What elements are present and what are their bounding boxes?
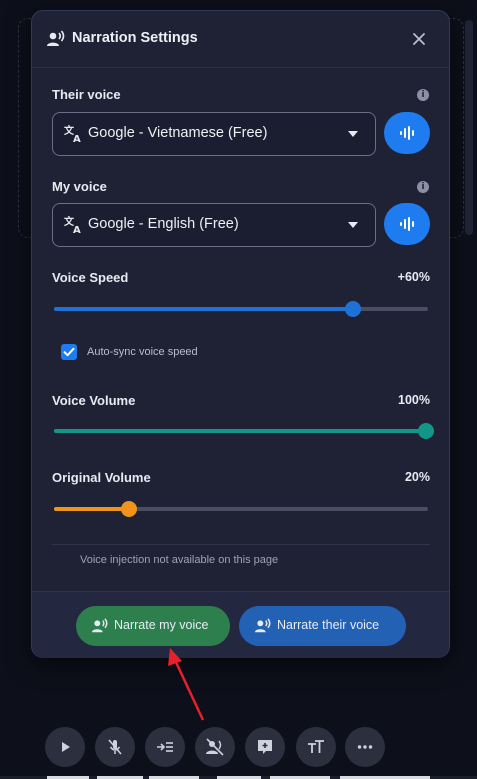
slider-thumb[interactable] (345, 301, 361, 317)
narrate-their-voice-button[interactable]: Narrate their voice (239, 606, 406, 646)
my-voice-test-button[interactable] (384, 203, 430, 245)
chevron-down-icon (348, 131, 358, 137)
svg-text:A: A (73, 225, 81, 234)
panel-footer: Narrate my voice Narrate their voice (32, 591, 449, 658)
play-button[interactable] (45, 727, 85, 767)
text-size-button[interactable] (296, 727, 336, 767)
more-icon (357, 745, 373, 749)
voice-person-icon (91, 618, 108, 633)
original-volume-slider[interactable] (54, 499, 428, 519)
info-icon[interactable]: i (417, 181, 429, 193)
voice-volume-value: 100% (398, 393, 430, 407)
voice-injection-note: Voice injection not available on this pa… (80, 554, 279, 566)
translate-icon: 文 A (64, 215, 81, 234)
slider-fill (54, 307, 353, 311)
voice-speed-slider[interactable] (54, 299, 428, 319)
voice-off-button[interactable] (195, 727, 235, 767)
audio-wave-icon (400, 126, 414, 140)
audio-wave-icon (400, 217, 414, 231)
play-icon (62, 742, 70, 752)
slider-fill (54, 429, 428, 433)
add-comment-button[interactable] (245, 727, 285, 767)
indent-icon (157, 742, 173, 752)
their-voice-test-button[interactable] (384, 112, 430, 154)
close-icon[interactable] (410, 30, 428, 48)
slider-thumb[interactable] (418, 423, 434, 439)
text-size-icon (308, 740, 324, 753)
their-voice-select[interactable]: 文 A Google - Vietnamese (Free) (52, 112, 376, 156)
background-scrollbar (465, 20, 473, 235)
narrate-my-voice-button[interactable]: Narrate my voice (76, 606, 230, 646)
more-button[interactable] (345, 727, 385, 767)
voice-off-icon (206, 738, 224, 756)
auto-sync-checkbox[interactable] (61, 344, 77, 360)
info-icon[interactable]: i (417, 89, 429, 101)
auto-sync-label[interactable]: Auto-sync voice speed (87, 346, 198, 358)
voice-speed-label: Voice Speed (52, 270, 129, 285)
translate-icon: 文 A (64, 124, 81, 143)
indent-button[interactable] (145, 727, 185, 767)
narrate-my-voice-label: Narrate my voice (114, 618, 209, 632)
their-voice-label: Their voice (52, 87, 121, 102)
my-voice-label: My voice (52, 179, 107, 194)
voice-volume-label: Voice Volume (52, 393, 136, 408)
original-volume-label: Original Volume (52, 470, 151, 485)
checkmark-icon (63, 347, 75, 357)
slider-thumb[interactable] (121, 501, 137, 517)
chevron-down-icon (348, 222, 358, 228)
slider-fill (54, 507, 129, 511)
their-voice-selected: Google - Vietnamese (Free) (88, 125, 268, 141)
narration-settings-panel: Narration Settings Their voice i 文 A Goo… (31, 10, 450, 658)
voice-volume-slider[interactable] (54, 421, 434, 441)
divider (52, 544, 430, 545)
narrate-their-voice-label: Narrate their voice (277, 618, 380, 632)
mute-mic-button[interactable] (95, 727, 135, 767)
my-voice-selected: Google - English (Free) (88, 216, 239, 232)
voice-person-icon (47, 30, 65, 46)
svg-text:A: A (73, 134, 81, 143)
add-comment-icon (258, 740, 272, 754)
original-volume-value: 20% (404, 470, 430, 484)
panel-header: Narration Settings (32, 11, 449, 68)
mic-off-icon (108, 739, 122, 755)
panel-title: Narration Settings (72, 30, 198, 46)
voice-person-icon (254, 618, 271, 633)
voice-speed-value: +60% (397, 270, 430, 284)
my-voice-select[interactable]: 文 A Google - English (Free) (52, 203, 376, 247)
